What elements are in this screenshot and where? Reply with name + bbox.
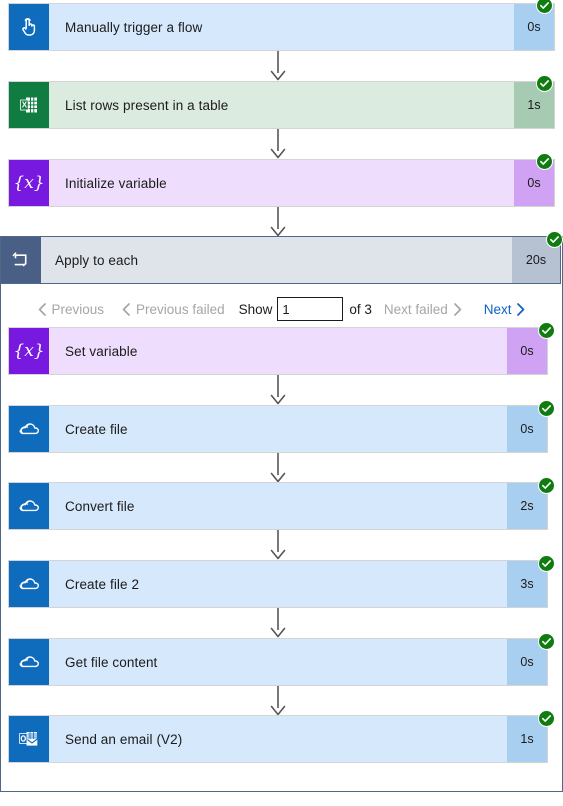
flow-step-title: Set variable (49, 328, 507, 374)
page-number-input[interactable] (277, 297, 344, 321)
flow-step-set-variable[interactable]: {x} Set variable 0s (8, 327, 548, 375)
outlook-envelope-icon (9, 716, 49, 762)
flow-step-title: Apply to each (55, 252, 139, 268)
previous-button-label: Previous (51, 301, 105, 317)
connector-arrow (266, 51, 290, 81)
status-badge-succeeded (538, 322, 555, 339)
status-badge-succeeded (538, 710, 555, 727)
connector-arrow (266, 530, 290, 560)
flow-step-convert-file[interactable]: Convert file 2s (8, 482, 548, 530)
status-badge-succeeded (536, 75, 553, 92)
status-badge-succeeded (546, 231, 563, 248)
flow-run-canvas: Manually trigger a flow 0s X List rows p… (0, 0, 563, 806)
status-badge-succeeded (538, 400, 555, 417)
loop-repeat-icon (1, 237, 41, 283)
connector-arrow (266, 375, 290, 405)
iteration-pagination-bar: Previous Previous failed Show of 3 Next … (0, 292, 563, 326)
show-label: Show (238, 301, 273, 317)
flow-step-apply-to-each[interactable]: Apply to each 20s (0, 236, 561, 284)
flow-step-title: List rows present in a table (49, 82, 514, 128)
flow-step-title: Create file (49, 406, 507, 452)
flow-step-title: Convert file (49, 483, 507, 529)
flow-step-title: Initialize variable (49, 160, 514, 206)
next-button[interactable]: Next (478, 300, 532, 319)
total-pages-label: of 3 (349, 301, 372, 317)
flow-step-create-file-2[interactable]: Create file 2 3s (8, 560, 548, 608)
status-badge-succeeded (538, 477, 555, 494)
flow-step-list-rows-present-in-a-table[interactable]: X List rows present in a table 1s (8, 81, 555, 129)
tap-hand-icon (9, 4, 49, 50)
connector-arrow (266, 453, 290, 483)
flow-step-initialize-variable[interactable]: {x} Initialize variable 0s (8, 159, 555, 207)
connector-arrow (266, 207, 290, 237)
variable-braces-icon: {x} (9, 328, 49, 374)
connector-arrow (266, 686, 290, 716)
onedrive-cloud-icon (9, 406, 49, 452)
variable-braces-icon: {x} (9, 160, 49, 206)
onedrive-cloud-icon (9, 639, 49, 685)
flow-step-title: Create file 2 (49, 561, 507, 607)
flow-step-title: Send an email (V2) (49, 716, 507, 762)
variable-braces-glyph: {x} (13, 340, 45, 361)
flow-step-title: Manually trigger a flow (49, 4, 514, 50)
next-failed-button-label: Next failed (383, 301, 448, 317)
flow-step-manually-trigger-a-flow[interactable]: Manually trigger a flow 0s (8, 3, 555, 51)
connector-arrow (266, 129, 290, 159)
next-failed-button[interactable]: Next failed (378, 300, 468, 319)
status-badge-succeeded (538, 633, 555, 650)
onedrive-cloud-icon (9, 483, 49, 529)
previous-failed-button[interactable]: Previous failed (116, 300, 231, 319)
svg-text:X: X (22, 101, 28, 110)
flow-step-create-file[interactable]: Create file 0s (8, 405, 548, 453)
previous-button[interactable]: Previous (32, 300, 111, 319)
flow-step-get-file-content[interactable]: Get file content 0s (8, 638, 548, 686)
flow-step-title: Get file content (49, 639, 507, 685)
next-button-label: Next (483, 301, 512, 317)
excel-table-icon: X (9, 82, 49, 128)
onedrive-cloud-icon (9, 561, 49, 607)
connector-arrow (266, 608, 290, 638)
status-badge-succeeded (536, 153, 553, 170)
variable-braces-glyph: {x} (13, 172, 45, 193)
previous-failed-button-label: Previous failed (136, 301, 225, 317)
status-badge-succeeded (538, 555, 555, 572)
flow-step-send-an-email-v2[interactable]: Send an email (V2) 1s (8, 715, 548, 763)
